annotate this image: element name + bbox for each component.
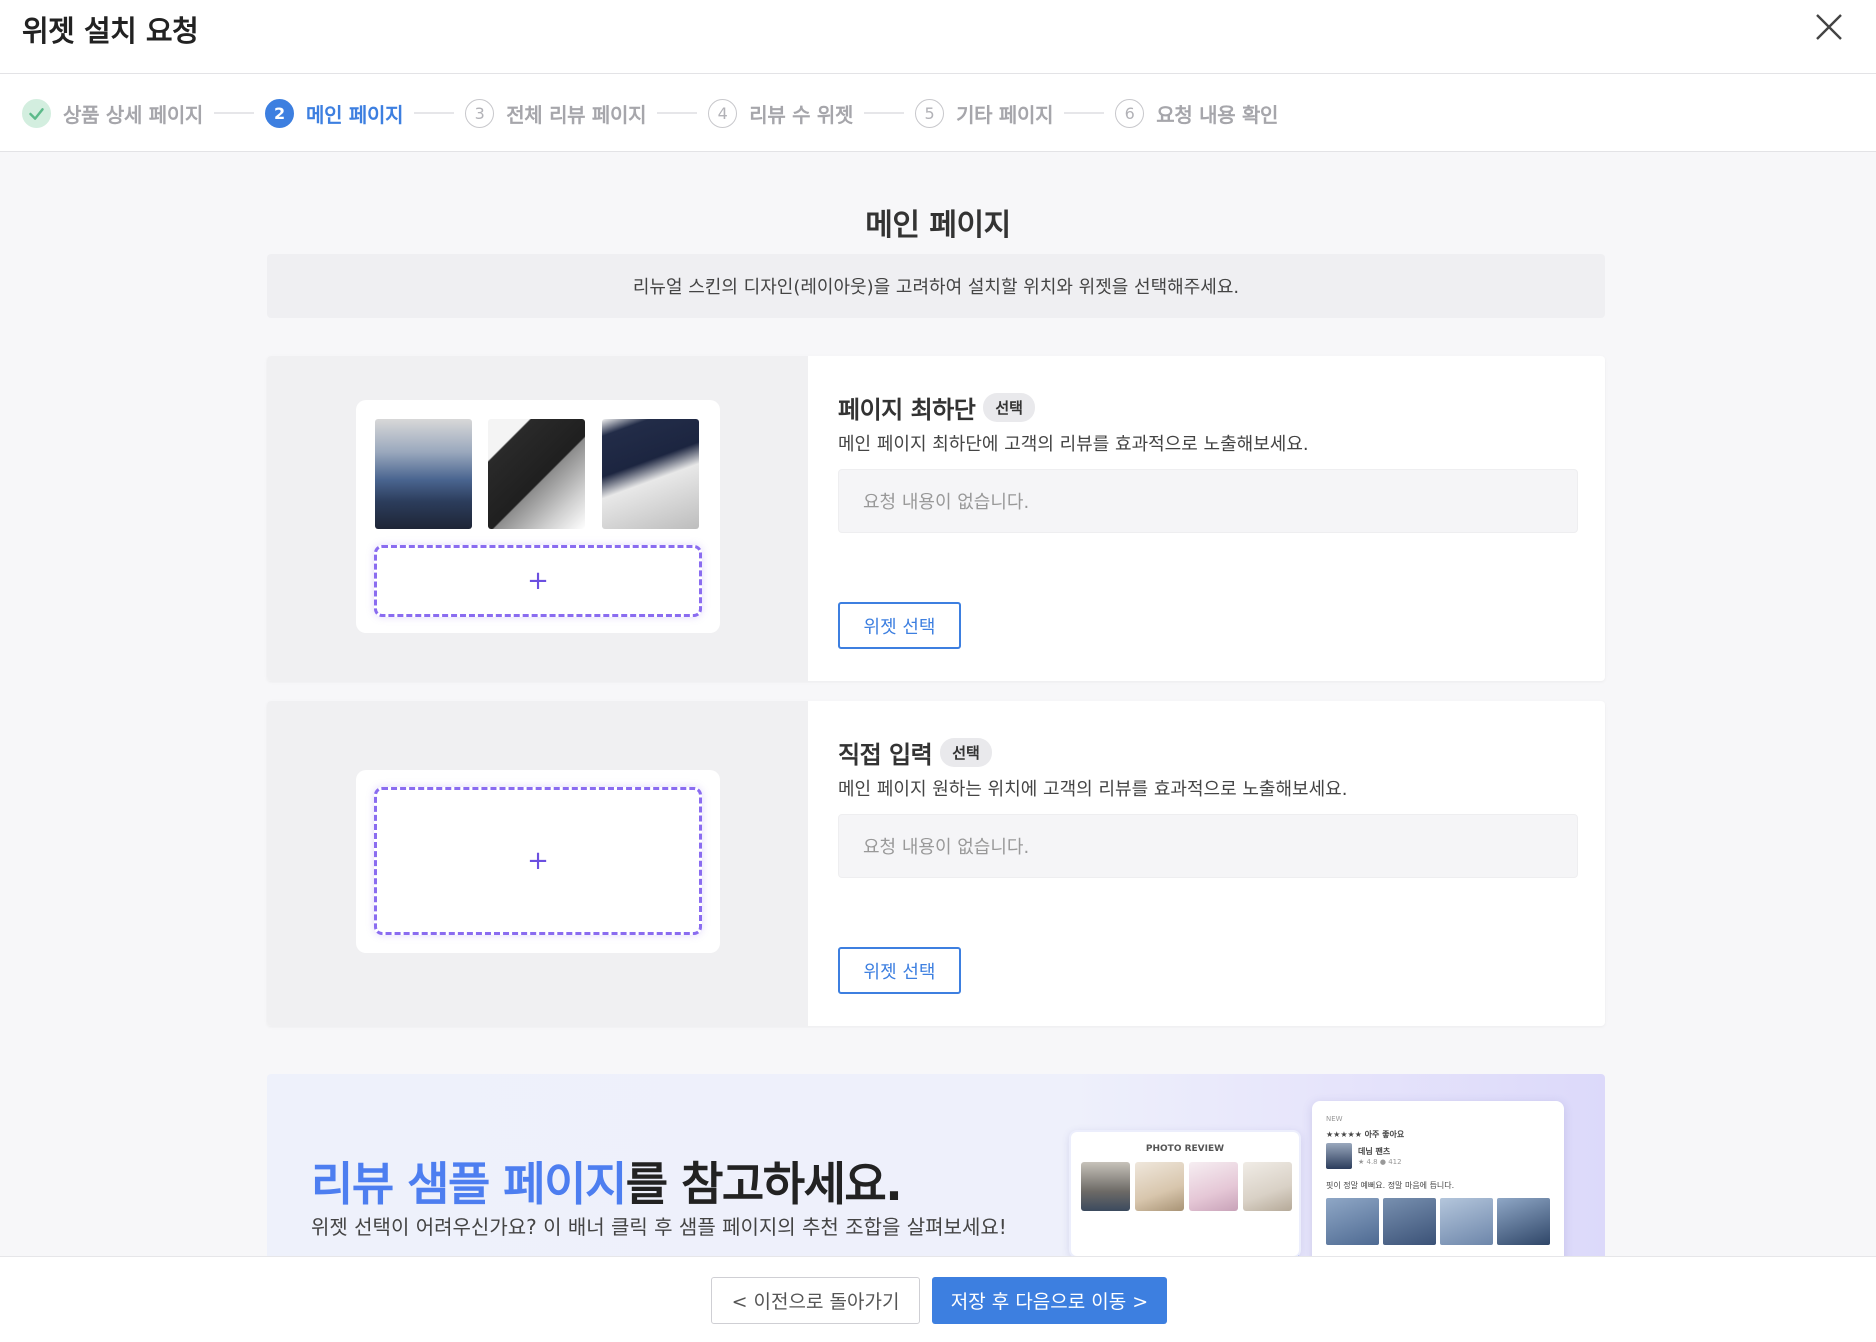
section-card-custom: + 직접 입력 선택 메인 페이지 원하는 위치에 고객의 리뷰를 효과적으로 … bbox=[267, 701, 1605, 1026]
mock-image bbox=[1440, 1198, 1493, 1245]
step-number: 2 bbox=[265, 98, 295, 128]
section-description: 메인 페이지 원하는 위치에 고객의 리뷰를 효과적으로 노출해보세요. bbox=[838, 779, 1348, 800]
section-title: 페이지 최하단 bbox=[838, 396, 976, 424]
request-content-box: 요청 내용이 없습니다. bbox=[838, 814, 1578, 878]
mock-image bbox=[1243, 1162, 1292, 1211]
section-description: 메인 페이지 최하단에 고객의 리뷰를 효과적으로 노출해보세요. bbox=[838, 434, 1309, 455]
product-image-tshirts bbox=[488, 419, 585, 529]
step-label: 메인 페이지 bbox=[306, 102, 404, 127]
optional-badge: 선택 bbox=[940, 738, 992, 767]
page-title: 메인 페이지 bbox=[865, 208, 1011, 243]
banner-subtitle: 위젯 선택이 어려우신가요? 이 배너 클릭 후 샘플 페이지의 추천 조합을 … bbox=[311, 1215, 1007, 1239]
mock-image bbox=[1135, 1162, 1184, 1211]
banner-title: 리뷰 샘플 페이지를 참고하세요. bbox=[311, 1148, 903, 1214]
step-label: 전체 리뷰 페이지 bbox=[506, 102, 647, 127]
mock-image bbox=[1081, 1162, 1130, 1211]
layout-preview: + bbox=[356, 400, 720, 633]
step-label: 상품 상세 페이지 bbox=[63, 102, 204, 127]
add-widget-slot[interactable]: + bbox=[374, 787, 702, 935]
mock-stats: ★ 4.8 ● 412 bbox=[1358, 1158, 1402, 1166]
step-label: 리뷰 수 위젯 bbox=[749, 102, 854, 127]
mock-product-name: 데님 팬츠 bbox=[1358, 1147, 1391, 1156]
step-1: 상품 상세 페이지 bbox=[22, 98, 204, 128]
previous-button[interactable]: < 이전으로 돌아가기 bbox=[711, 1277, 920, 1324]
optional-badge: 선택 bbox=[983, 393, 1035, 422]
mock-review-card: NEW ★★★★★ 아주 좋아요 데님 팬츠 ★ 4.8 ● 412 핏이 정말… bbox=[1312, 1101, 1564, 1256]
step-3: 3 전체 리뷰 페이지 bbox=[465, 98, 647, 128]
step-divider bbox=[214, 112, 255, 114]
step-divider bbox=[414, 112, 455, 114]
step-label: 요청 내용 확인 bbox=[1156, 102, 1279, 127]
close-icon[interactable] bbox=[1812, 10, 1846, 44]
preview-panel: + bbox=[267, 356, 808, 681]
select-widget-button[interactable]: 위젯 선택 bbox=[838, 602, 961, 649]
request-content-box: 요청 내용이 없습니다. bbox=[838, 469, 1578, 533]
plus-icon: + bbox=[527, 566, 549, 596]
section-card-bottom: + 페이지 최하단 선택 메인 페이지 최하단에 고객의 리뷰를 효과적으로 노… bbox=[267, 356, 1605, 681]
step-2: 2 메인 페이지 bbox=[265, 98, 404, 128]
section-title: 직접 입력 bbox=[838, 741, 933, 769]
modal-header: 위젯 설치 요청 bbox=[0, 0, 1876, 74]
add-widget-slot[interactable]: + bbox=[374, 545, 702, 617]
step-number: 6 bbox=[1115, 98, 1145, 128]
check-icon bbox=[22, 98, 51, 128]
banner-title-highlight: 리뷰 샘플 페이지 bbox=[311, 1157, 627, 1211]
step-label: 기타 페이지 bbox=[956, 102, 1054, 127]
save-next-button[interactable]: 저장 후 다음으로 이동 > bbox=[932, 1277, 1167, 1324]
mock-new-label: NEW bbox=[1326, 1115, 1343, 1123]
step-divider bbox=[864, 112, 905, 114]
step-divider bbox=[1064, 112, 1105, 114]
step-number: 4 bbox=[708, 98, 738, 128]
step-number: 3 bbox=[465, 98, 495, 128]
banner-title-rest: 를 참고하세요. bbox=[625, 1157, 903, 1211]
layout-preview: + bbox=[356, 770, 720, 953]
notice-box: 리뉴얼 스킨의 디자인(레이아웃)을 고려하여 설치할 위치와 위젯을 선택해주… bbox=[267, 254, 1605, 318]
step-5: 5 기타 페이지 bbox=[915, 98, 1054, 128]
mock-rating: ★★★★★ 아주 좋아요 bbox=[1326, 1130, 1405, 1139]
step-divider bbox=[657, 112, 698, 114]
step-number: 5 bbox=[915, 98, 945, 128]
step-6: 6 요청 내용 확인 bbox=[1115, 98, 1279, 128]
section-heading: 페이지 최하단 선택 bbox=[838, 390, 1035, 425]
mock-review-text: 핏이 정말 예뻐요. 정말 마음에 듭니다. bbox=[1326, 1181, 1455, 1190]
preview-panel: + bbox=[267, 701, 808, 1026]
modal-footer: < 이전으로 돌아가기 저장 후 다음으로 이동 > bbox=[0, 1256, 1876, 1342]
mock-product-thumb bbox=[1326, 1143, 1352, 1169]
product-image-polos bbox=[602, 419, 699, 529]
select-widget-button[interactable]: 위젯 선택 bbox=[838, 947, 961, 994]
plus-icon: + bbox=[527, 846, 549, 876]
step-4: 4 리뷰 수 위젯 bbox=[708, 98, 854, 128]
content-area: 메인 페이지 리뉴얼 스킨의 디자인(레이아웃)을 고려하여 설치할 위치와 위… bbox=[0, 152, 1876, 1256]
sample-page-banner[interactable]: 리뷰 샘플 페이지를 참고하세요. 위젯 선택이 어려우신가요? 이 배너 클릭… bbox=[267, 1074, 1605, 1256]
mock-photo-review-card: PHOTO REVIEW bbox=[1069, 1130, 1301, 1256]
product-image-jeans bbox=[375, 419, 472, 529]
mock-video-thumb bbox=[1383, 1198, 1436, 1245]
section-heading: 직접 입력 선택 bbox=[838, 735, 992, 770]
stepper: 상품 상세 페이지 2 메인 페이지 3 전체 리뷰 페이지 4 리뷰 수 위젯… bbox=[0, 75, 1876, 152]
modal-title: 위젯 설치 요청 bbox=[22, 14, 199, 48]
mock-image bbox=[1189, 1162, 1238, 1211]
mock-video-thumb bbox=[1326, 1198, 1379, 1245]
mock-photo-review-label: PHOTO REVIEW bbox=[1145, 1144, 1225, 1154]
mock-image bbox=[1497, 1198, 1550, 1245]
